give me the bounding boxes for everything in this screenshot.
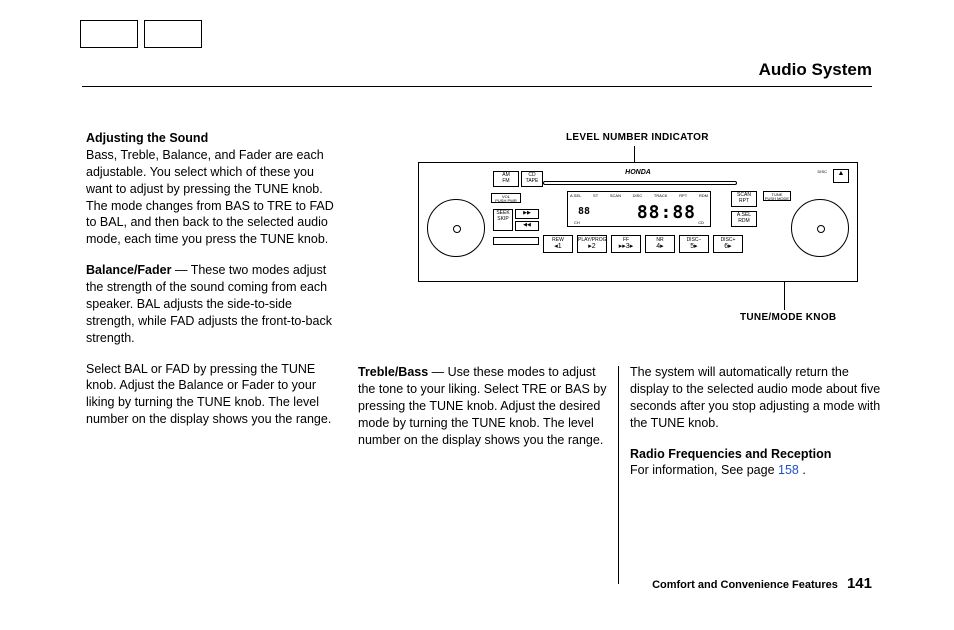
scan-rpt-button: SCANRPT bbox=[731, 191, 757, 207]
disc-label: DISC bbox=[817, 169, 827, 174]
lcd-top-indicators: A.SELSTSCANDISCTRACKRPTRDM bbox=[570, 193, 708, 198]
level-indicator-label: LEVEL NUMBER INDICATOR bbox=[566, 132, 709, 143]
brand-label: HONDA bbox=[625, 169, 651, 176]
heading-radio-freq: Radio Frequencies and Reception bbox=[630, 447, 831, 461]
page-title: Audio System bbox=[759, 60, 872, 80]
tape-slot bbox=[543, 181, 737, 185]
para-select-bal-fad: Select BAL or FAD by pressing the TUNE k… bbox=[86, 362, 331, 427]
eject-button: ▲ bbox=[833, 169, 849, 183]
preset-1: REW◂1 bbox=[543, 235, 573, 253]
column-1: Adjusting the Sound Bass, Treble, Balanc… bbox=[86, 130, 338, 442]
tune-knob-label: TUNE/MODE KNOB bbox=[740, 312, 836, 323]
lcd-main-digits: 88:88 bbox=[637, 202, 696, 223]
page-link-158[interactable]: 158 bbox=[778, 463, 799, 477]
preset-2: PLAY/PROG▸2 bbox=[577, 235, 607, 253]
seek-back-button: ◀◀ bbox=[515, 221, 539, 231]
column-3: The system will automatically return the… bbox=[630, 364, 882, 493]
heading-balance-fader: Balance/Fader bbox=[86, 263, 171, 277]
lcd-cd-label: CD bbox=[698, 220, 704, 225]
seek-skip-button: SEEKSKIP bbox=[493, 209, 513, 231]
nav-box-1[interactable] bbox=[80, 20, 138, 48]
para-radio-freq-b: . bbox=[799, 463, 806, 477]
para-adjusting-sound: Bass, Treble, Balance, and Fader are eac… bbox=[86, 148, 334, 246]
cd-tape-button: CDTAPE bbox=[521, 171, 543, 187]
page-footer: Comfort and Convenience Features 141 bbox=[652, 575, 872, 592]
preset-row: REW◂1 PLAY/PROG▸2 FF▸▸3▸ NR4▸ DISC−5▸ DI… bbox=[543, 235, 743, 253]
footer-page-number: 141 bbox=[847, 575, 872, 592]
tune-mode-label: TUNEPUSH MODE bbox=[763, 191, 791, 201]
radio-figure: LEVEL NUMBER INDICATOR HONDA DISC ▲ AMFM… bbox=[358, 124, 894, 344]
radio-unit: HONDA DISC ▲ AMFM CDTAPE VOLPUSH PWR SEE… bbox=[418, 162, 858, 282]
am-fm-button: AMFM bbox=[493, 171, 519, 187]
preset-5: DISC−5▸ bbox=[679, 235, 709, 253]
preset-6: DISC+6▸ bbox=[713, 235, 743, 253]
vol-pwr-label: VOLPUSH PWR bbox=[491, 193, 521, 203]
para-auto-return: The system will automatically return the… bbox=[630, 365, 880, 430]
lcd-small-digits: 88 bbox=[578, 206, 590, 217]
column-2: Treble/Bass — Use these modes to adjust … bbox=[358, 364, 610, 462]
seek-forward-button: ▶▶ bbox=[515, 209, 539, 219]
compact-disc-label bbox=[493, 237, 539, 245]
preset-3: FF▸▸3▸ bbox=[611, 235, 641, 253]
lcd-display: A.SELSTSCANDISCTRACKRPTRDM 88 88:88 CH C… bbox=[567, 191, 711, 227]
header-nav-boxes bbox=[80, 20, 202, 48]
preset-4: NR4▸ bbox=[645, 235, 675, 253]
footer-section: Comfort and Convenience Features bbox=[652, 579, 838, 591]
para-radio-freq-a: For information, See page bbox=[630, 463, 778, 477]
knob-pointer-line bbox=[784, 282, 785, 310]
heading-treble-bass: Treble/Bass bbox=[358, 365, 428, 379]
title-divider bbox=[82, 86, 872, 87]
heading-adjusting-sound: Adjusting the Sound bbox=[86, 131, 208, 145]
nav-box-2[interactable] bbox=[144, 20, 202, 48]
lcd-ch-label: CH bbox=[574, 220, 580, 225]
asel-rdm-button: A.SELRDM bbox=[731, 211, 757, 227]
tune-mode-knob bbox=[791, 199, 849, 257]
column-divider bbox=[618, 366, 619, 584]
volume-knob bbox=[427, 199, 485, 257]
